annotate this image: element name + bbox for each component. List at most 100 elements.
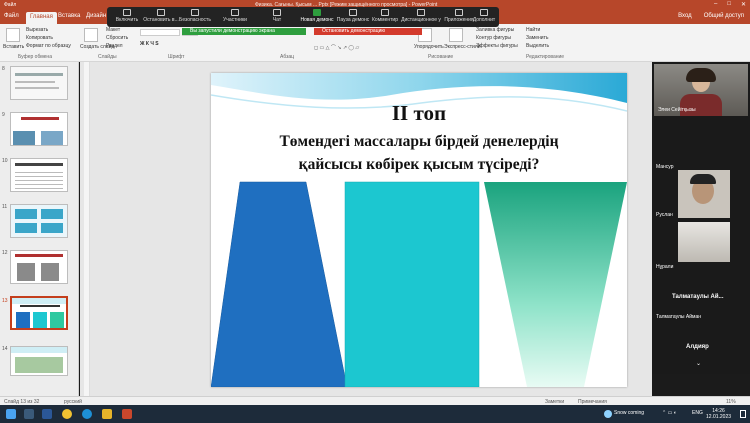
share-screen-icon	[313, 9, 321, 16]
share-button[interactable]: Общий доступ	[704, 13, 744, 19]
font-style-buttons[interactable]: Ж К Ч S	[140, 41, 159, 47]
remote-control-icon	[417, 9, 425, 16]
search-icon[interactable]	[24, 409, 34, 419]
slide-thumbnail-selected[interactable]	[10, 296, 68, 330]
slide-thumbnail[interactable]	[10, 158, 68, 192]
participant-name: Руслан	[656, 212, 673, 218]
participant-name: Мансур	[656, 164, 674, 170]
apps-icon	[455, 9, 463, 16]
keyboard-layout[interactable]: ENG	[692, 410, 703, 416]
start-icon[interactable]	[6, 409, 16, 419]
new-slide-icon[interactable]	[84, 28, 98, 42]
slide[interactable]: ІІ топ Төмендегі массалары бірдей денеле…	[211, 73, 627, 387]
slide-thumbnail[interactable]	[10, 250, 68, 284]
participant-video-tile[interactable]	[678, 222, 730, 262]
slide-thumbnail[interactable]	[10, 112, 68, 146]
shape-effects-button[interactable]: Эффекты фигуры	[476, 43, 518, 49]
group-drawing-label: Рисование	[428, 54, 454, 60]
paste-icon[interactable]	[6, 28, 20, 42]
layout-button[interactable]: Макет	[106, 27, 120, 33]
group-paragraph-label: Абзац	[280, 54, 295, 60]
slide-question-line1: Төмендегі массалары бірдей денелердің	[279, 133, 559, 150]
new-share-button[interactable]: Новая демонс	[297, 9, 337, 23]
edge-icon[interactable]	[82, 409, 92, 419]
sharing-banner: Вы запустили демонстрацию экрана	[182, 28, 306, 35]
paste-button[interactable]: Вставить	[3, 44, 24, 50]
thumb-number: 10	[2, 158, 8, 164]
slide-thumbnail[interactable]	[10, 346, 68, 376]
microphone-icon	[123, 9, 131, 16]
reset-button[interactable]: Сбросить	[106, 35, 128, 41]
minimize-icon[interactable]: –	[714, 1, 717, 8]
status-bar: Слайд 13 из 32 русский Заметки Примечани…	[0, 396, 750, 405]
notifications-icon[interactable]	[740, 410, 746, 418]
clock-date: 12.01.2023	[706, 414, 732, 420]
group-font-label: Шрифт	[168, 54, 185, 60]
cut-button[interactable]: Вырезать	[26, 27, 48, 33]
vertical-ruler	[84, 62, 90, 396]
tab-home[interactable]: Главная	[26, 12, 57, 24]
security-button[interactable]: Безопасность	[175, 9, 215, 23]
remote-control-button[interactable]: Дистанционное у	[399, 9, 443, 23]
select-button[interactable]: Выделить	[526, 43, 549, 49]
chevron-down-icon[interactable]: ⌄	[696, 360, 701, 367]
font-name-box[interactable]	[140, 29, 180, 36]
tab-file[interactable]: Файл	[4, 13, 19, 19]
sign-in-link[interactable]: Вход	[678, 13, 692, 19]
stop-share-banner[interactable]: Остановить демонстрацию	[314, 28, 422, 35]
slide-thumbnail[interactable]	[10, 204, 68, 238]
weather-icon	[604, 410, 612, 418]
slide-title: ІІ топ	[391, 101, 447, 125]
chat-button[interactable]: Чат	[257, 9, 297, 23]
tab-insert[interactable]: Вставка	[58, 13, 80, 19]
pause-icon	[349, 9, 357, 16]
clock[interactable]: 14:26 12.01.2023	[706, 408, 731, 420]
drawing-shapes-gallery[interactable]: ◻ ▭ △ ⌒ ↘ ↗ ◯ ▱	[314, 44, 359, 51]
find-button[interactable]: Найти	[526, 27, 540, 33]
thumb-number: 13	[2, 298, 8, 304]
slide-thumbnail[interactable]	[10, 66, 68, 100]
slide-shapes	[211, 181, 627, 387]
replace-button[interactable]: Заменить	[526, 35, 548, 41]
shield-icon	[191, 9, 199, 16]
arrange-button[interactable]: Упорядочить	[414, 44, 444, 50]
video-icon	[157, 9, 165, 16]
shape-outline-button[interactable]: Контур фигуры	[476, 35, 511, 41]
quick-styles-icon[interactable]	[449, 28, 463, 42]
weather-text[interactable]: Snow coming	[614, 410, 644, 416]
copy-button[interactable]: Копировать	[26, 35, 53, 41]
slide-question-line2: қайсысы көбірек қысым түсіреді?	[298, 156, 540, 173]
tabs-right: Вход Общий доступ	[678, 13, 744, 19]
tray-icons[interactable]: ⌃ ▭ ◐	[662, 410, 677, 416]
participant-video-tile[interactable]: Элеи Сейітқызы	[654, 64, 748, 116]
format-painter-button[interactable]: Формат по образцу	[26, 43, 71, 49]
participants-button[interactable]: Участники	[215, 9, 255, 23]
close-icon[interactable]: ✕	[741, 1, 746, 8]
slide-thumbnails-pane: 8 9 10 11 12 13 14	[0, 62, 79, 396]
trapezoid-narrow-top[interactable]	[211, 181, 348, 387]
task-view-icon[interactable]	[42, 409, 52, 419]
maximize-icon[interactable]: □	[727, 1, 731, 8]
trapezoid-wide-top[interactable]	[484, 182, 627, 387]
participant-video-tile[interactable]	[678, 170, 730, 218]
participant-name-large: Алдияр	[686, 344, 709, 350]
powerpoint-icon[interactable]	[122, 409, 132, 419]
more-icon	[480, 9, 488, 16]
shape-fill-button[interactable]: Заливка фигуры	[476, 27, 514, 33]
chat-icon	[273, 9, 281, 16]
participant-name-large: Талматаулы Ай...	[672, 294, 724, 300]
windows-taskbar: Snow coming ⌃ ▭ ◐ ENG 14:26 12.01.2023	[0, 405, 750, 423]
file-explorer-icon[interactable]	[102, 409, 112, 419]
rectangle-block[interactable]	[344, 181, 480, 387]
tab-design[interactable]: Дизайн	[86, 13, 106, 19]
window-controls: – □ ✕	[714, 1, 746, 8]
group-editing-label: Редактирование	[526, 54, 565, 60]
more-button[interactable]: Дополнит	[469, 9, 499, 23]
participant-name: Талматаулы Айман	[656, 314, 701, 320]
section-button[interactable]: Раздел	[106, 43, 123, 49]
file-menu-label[interactable]: Файл	[4, 2, 16, 8]
participants-icon	[231, 9, 239, 16]
chrome-icon[interactable]	[62, 409, 72, 419]
annotate-icon	[381, 9, 389, 16]
thumb-number: 11	[2, 204, 8, 210]
